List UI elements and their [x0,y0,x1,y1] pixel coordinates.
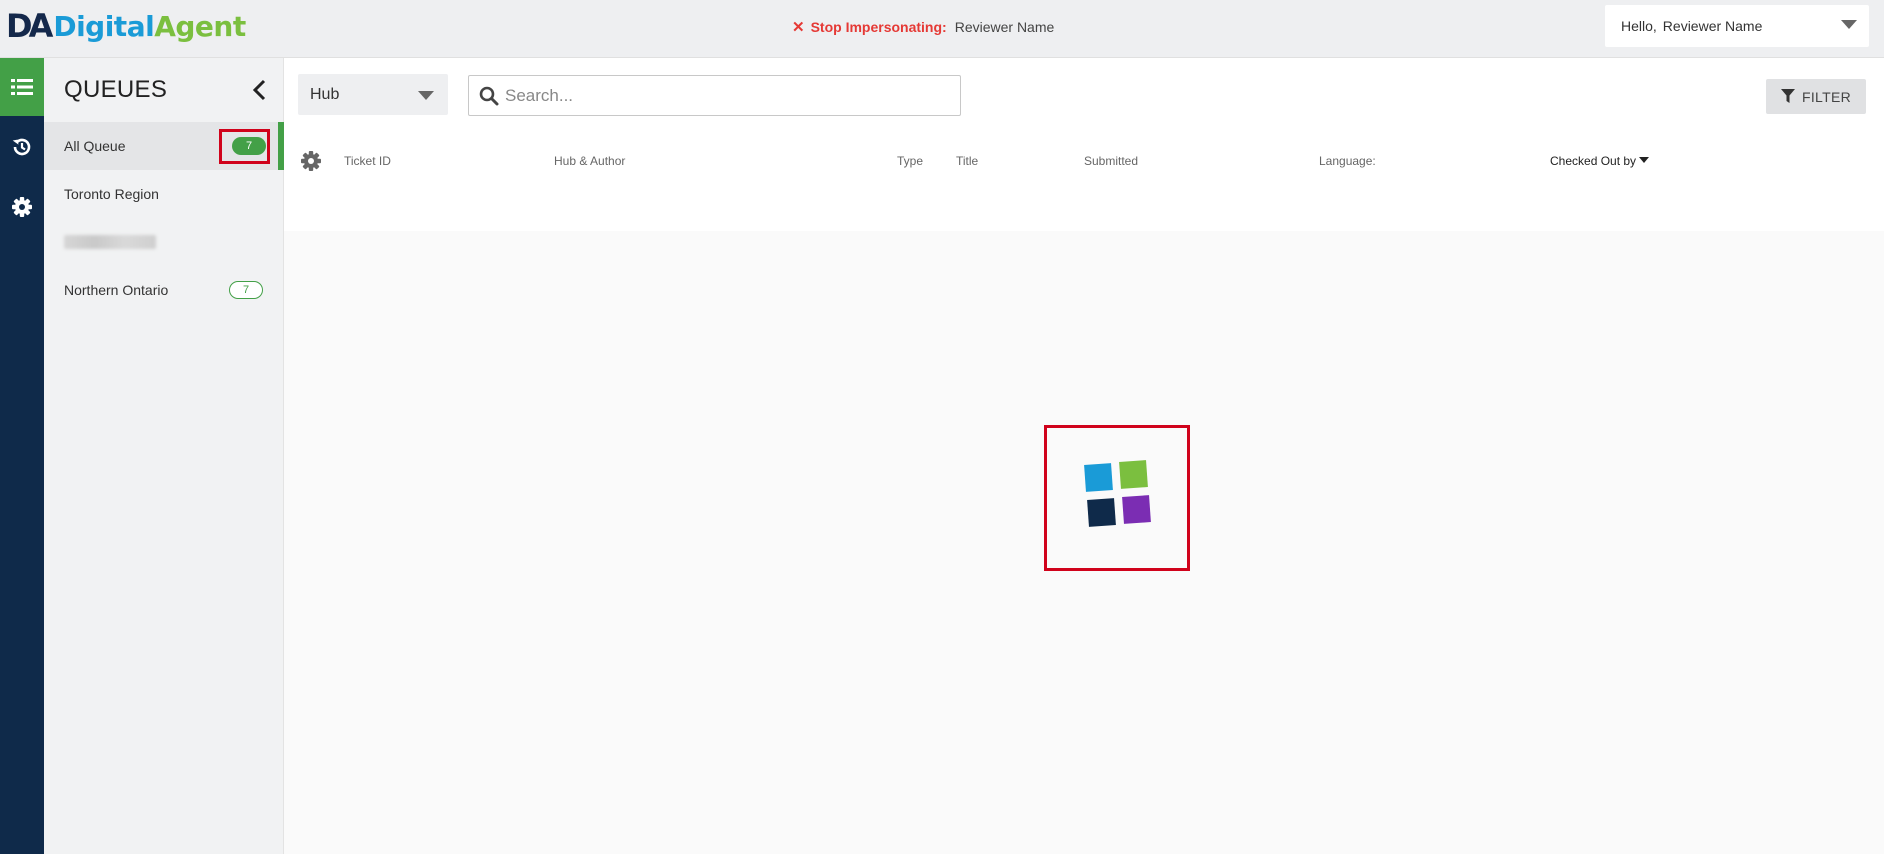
stop-impersonating-label: Stop Impersonating: [810,19,947,35]
chevron-down-icon [418,91,434,100]
gear-icon [301,151,321,171]
filter-icon [1781,89,1795,103]
column-header-type[interactable]: Type [897,154,923,168]
loader-square-purple [1122,495,1151,524]
queues-title: QUEUES [64,76,168,103]
list-icon [11,79,33,95]
count-badge: 7 [229,281,263,299]
queues-panel: QUEUES All Queue 7 Toronto Region Northe… [44,58,284,854]
column-header-language[interactable]: Language: [1319,154,1376,168]
search-field[interactable] [468,75,961,116]
user-menu-dropdown[interactable]: Hello, Reviewer Name [1605,5,1869,47]
queue-item-northern-ontario[interactable]: Northern Ontario 7 [44,266,284,314]
logo[interactable]: DA DigitalAgent [6,6,246,46]
user-name: Reviewer Name [1662,18,1763,34]
logo-wordmark: DigitalAgent [53,9,246,43]
history-icon [12,138,31,156]
rail-item-history[interactable] [0,118,44,176]
queue-item-label: All Queue [64,138,126,154]
hub-select-value: Hub [310,85,340,103]
redacted-label [64,235,156,249]
logo-mark: DA [6,7,53,45]
loader-square-blue [1084,463,1113,492]
column-header-checked-out-by[interactable]: Checked Out by [1550,154,1650,168]
chevron-left-icon [252,79,266,101]
logo-agent: Agent [154,9,246,43]
filter-button[interactable]: FILTER [1766,79,1866,114]
filter-label: FILTER [1802,88,1851,105]
nav-rail [0,58,44,854]
queue-item-toronto-region[interactable]: Toronto Region [44,170,284,218]
search-icon [479,86,499,106]
rail-item-settings[interactable] [0,178,44,236]
collapse-panel-button[interactable] [248,78,272,102]
loader-square-green [1119,460,1148,489]
chevron-down-icon [1841,20,1857,29]
main-toolbar: Hub FILTER [284,58,1884,231]
sort-desc-icon [1639,157,1650,163]
column-settings-button[interactable] [300,150,322,177]
gear-icon [12,197,32,217]
loader-square-navy [1087,498,1116,527]
rail-item-queues[interactable] [0,58,44,116]
queue-item-redacted[interactable] [44,218,284,266]
highlight-box [219,129,270,164]
stop-impersonating-link[interactable]: ✕ Stop Impersonating: Reviewer Name [792,18,1054,36]
column-header-label: Checked Out by [1550,154,1637,168]
hub-select[interactable]: Hub [298,74,448,115]
column-header-title[interactable]: Title [956,154,978,168]
column-header-hub-author[interactable]: Hub & Author [554,154,625,168]
loading-spinner [1044,425,1190,571]
search-input[interactable] [505,85,945,106]
queue-item-label: Toronto Region [64,186,159,202]
impersonated-user-name: Reviewer Name [954,19,1055,35]
column-header-submitted[interactable]: Submitted [1084,154,1138,168]
close-icon: ✕ [792,19,805,36]
top-header: DA DigitalAgent ✕ Stop Impersonating: Re… [0,0,1884,58]
queue-item-label: Northern Ontario [64,282,169,298]
logo-digital: Digital [53,9,155,43]
column-header-ticket-id[interactable]: Ticket ID [344,154,391,168]
greeting-label: Hello, [1621,18,1657,34]
